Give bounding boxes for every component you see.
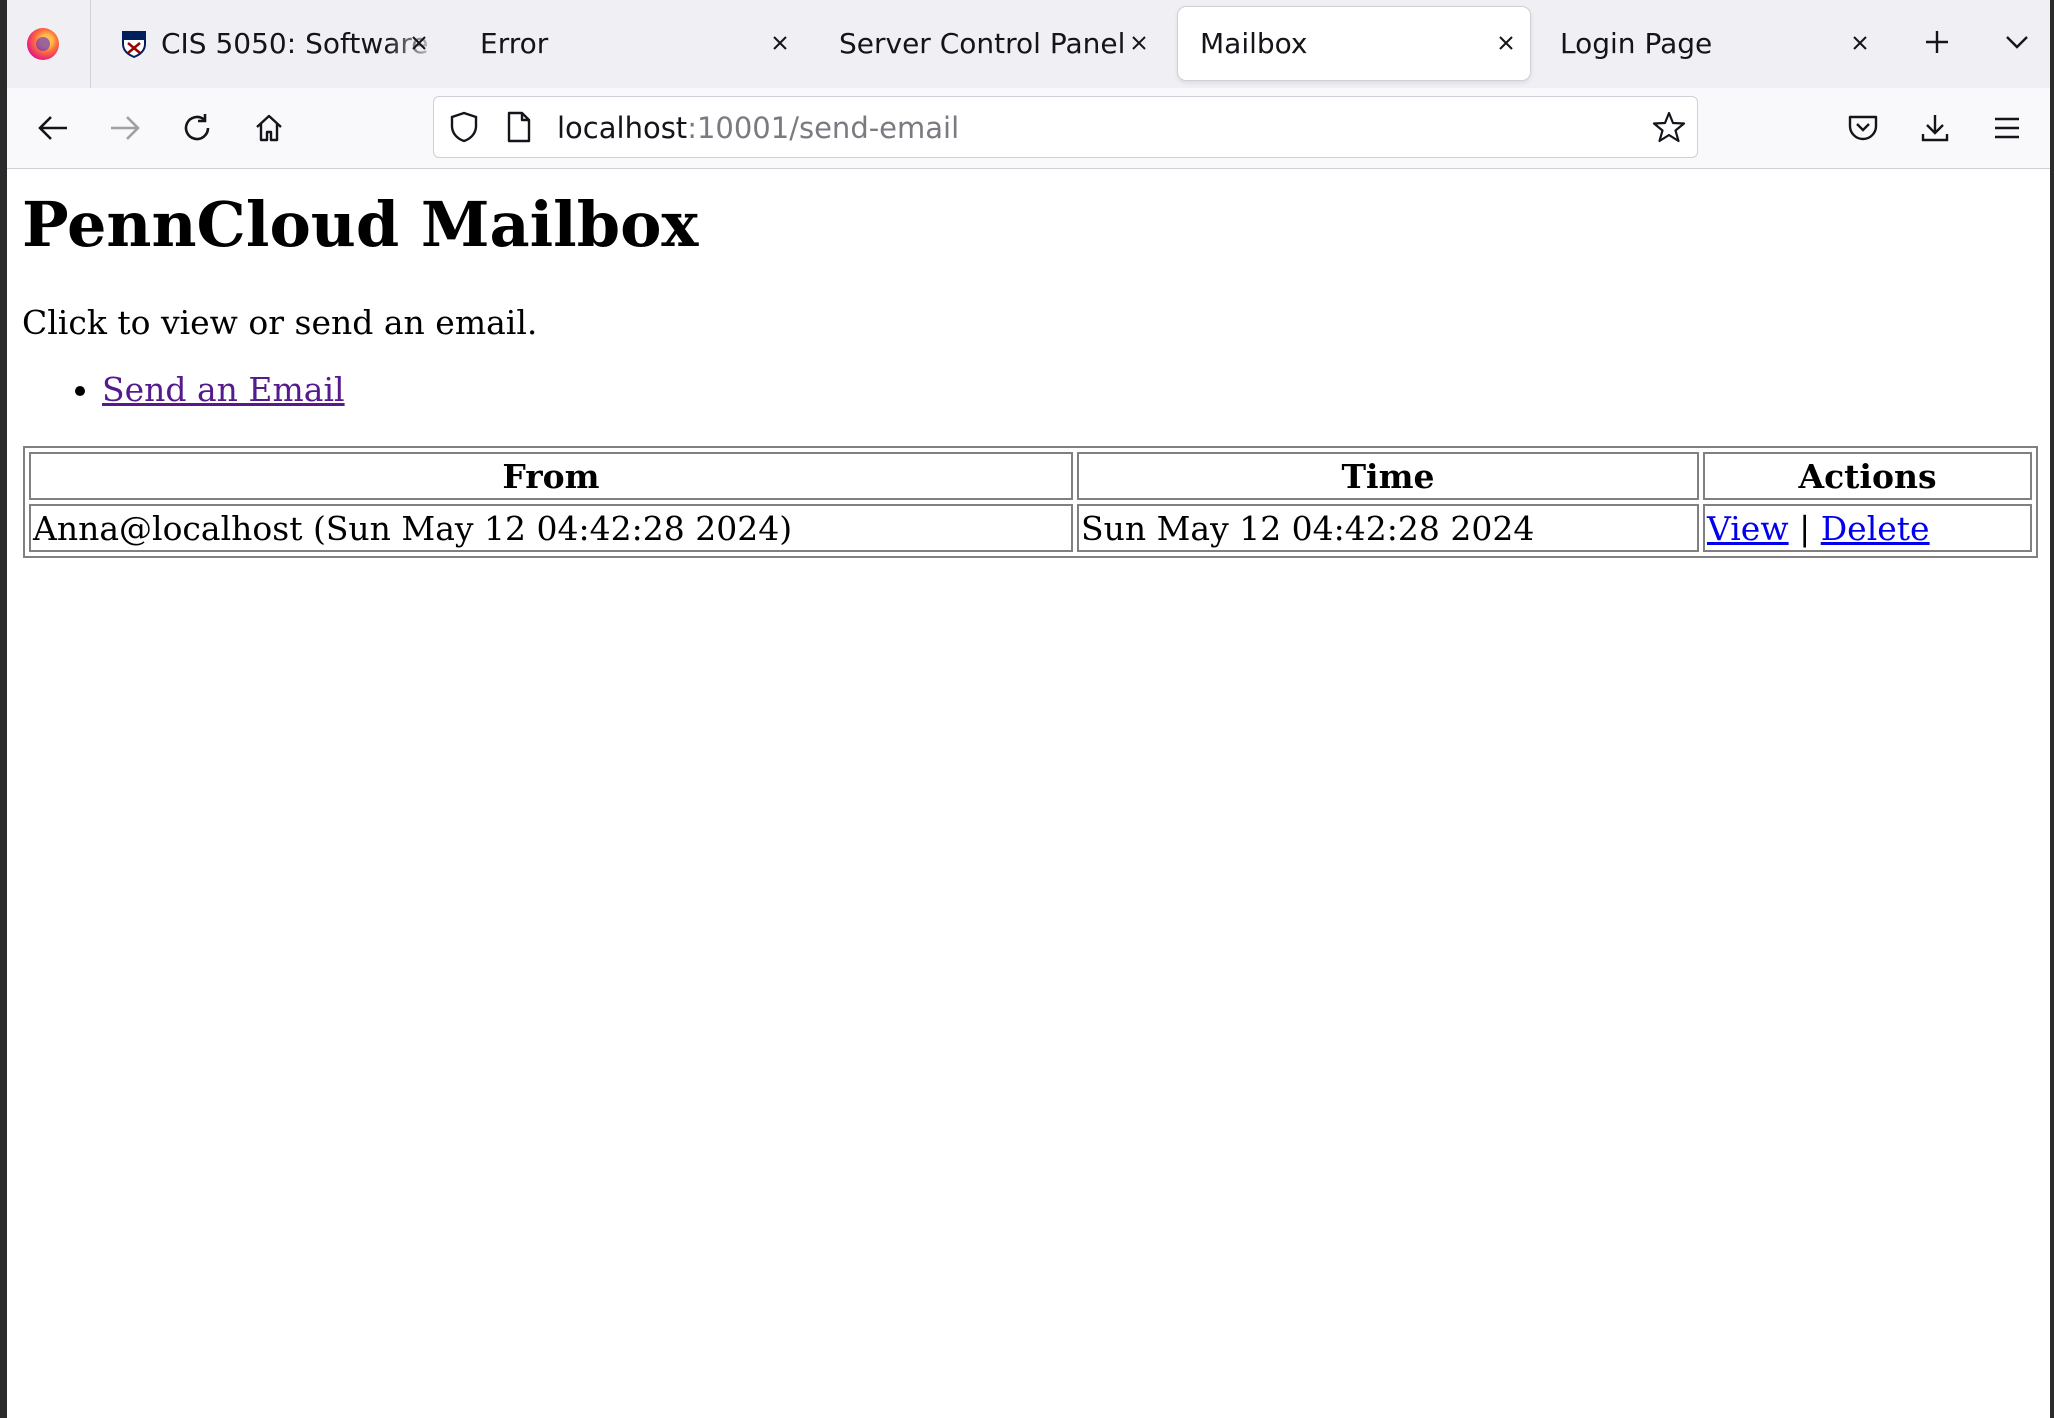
table-row: Anna@localhost (Sun May 12 04:42:28 2024…: [29, 504, 2032, 552]
cell-from: Anna@localhost (Sun May 12 04:42:28 2024…: [29, 504, 1073, 552]
tab-label: Login Page: [1560, 27, 1713, 60]
delete-link[interactable]: Delete: [1821, 509, 1930, 548]
downloads-button[interactable]: [1913, 106, 1957, 150]
tab-error[interactable]: Error: [458, 7, 804, 80]
new-tab-button[interactable]: [1917, 22, 1957, 62]
pocket-button[interactable]: [1841, 106, 1885, 150]
browser-window: CIS 5050: Software Error Server Control …: [7, 0, 2050, 1418]
url-host: localhost: [557, 111, 688, 145]
intro-text: Click to view or send an email.: [22, 303, 538, 342]
home-icon: [256, 114, 282, 142]
url-bar[interactable]: localhost:10001/send-email: [433, 96, 1698, 158]
list-all-tabs-button[interactable]: [1997, 22, 2037, 62]
url-text[interactable]: localhost:10001/send-email: [557, 111, 959, 145]
chevron-down-icon: [2006, 36, 2028, 49]
mailbox-table: From Time Actions Anna@localhost (Sun Ma…: [23, 446, 2038, 558]
tab-label: Server Control Panel: [839, 27, 1126, 60]
url-path: :10001/send-email: [687, 111, 960, 145]
penn-shield-icon: [122, 30, 146, 58]
reload-button[interactable]: [175, 106, 219, 150]
column-header-actions: Actions: [1703, 452, 2032, 500]
shield-icon[interactable]: [449, 111, 479, 143]
tab-strip: CIS 5050: Software Error Server Control …: [7, 0, 2050, 89]
tab-label: Error: [480, 27, 549, 60]
page-title: PennCloud Mailbox: [22, 188, 699, 261]
list-item: Send an Email: [102, 370, 345, 409]
arrow-left-icon: [38, 116, 67, 140]
send-email-link[interactable]: Send an Email: [102, 370, 345, 409]
tab-server-control-panel[interactable]: Server Control Panel: [817, 7, 1163, 80]
tab-separator: [90, 0, 91, 88]
page-icon[interactable]: [506, 111, 532, 143]
cell-time: Sun May 12 04:42:28 2024: [1077, 504, 1699, 552]
action-separator: |: [1799, 508, 1811, 548]
back-button[interactable]: [31, 106, 75, 150]
firefox-logo-icon[interactable]: [27, 28, 59, 60]
column-header-from: From: [29, 452, 1073, 500]
window-edge: [2050, 0, 2054, 1418]
close-icon[interactable]: [405, 29, 433, 57]
close-icon[interactable]: [1846, 29, 1874, 57]
table-header-row: From Time Actions: [29, 452, 2032, 500]
tab-login-page[interactable]: Login Page: [1538, 7, 1884, 80]
window-edge: [0, 0, 7, 1418]
view-link[interactable]: View: [1707, 509, 1789, 548]
arrow-right-icon: [111, 116, 140, 140]
close-icon[interactable]: [1492, 29, 1520, 57]
action-links: Send an Email: [22, 370, 345, 409]
tab-label: Mailbox: [1200, 27, 1308, 60]
cell-actions: View | Delete: [1703, 504, 2032, 552]
tab-cis-5050[interactable]: CIS 5050: Software: [97, 7, 443, 80]
tab-label: CIS 5050: Software: [161, 27, 429, 60]
pocket-icon: [1848, 115, 1878, 141]
tab-mailbox[interactable]: Mailbox: [1178, 7, 1530, 80]
menu-button[interactable]: [1985, 106, 2029, 150]
close-icon[interactable]: [1125, 29, 1153, 57]
reload-icon: [184, 114, 210, 141]
hamburger-menu-icon: [1995, 117, 2019, 139]
plus-icon: [1926, 31, 1948, 53]
column-header-time: Time: [1077, 452, 1699, 500]
close-icon[interactable]: [766, 29, 794, 57]
navigation-toolbar: localhost:10001/send-email: [7, 88, 2050, 169]
download-icon: [1921, 115, 1949, 142]
star-icon[interactable]: [1652, 110, 1686, 144]
home-button[interactable]: [247, 106, 291, 150]
forward-button[interactable]: [103, 106, 147, 150]
